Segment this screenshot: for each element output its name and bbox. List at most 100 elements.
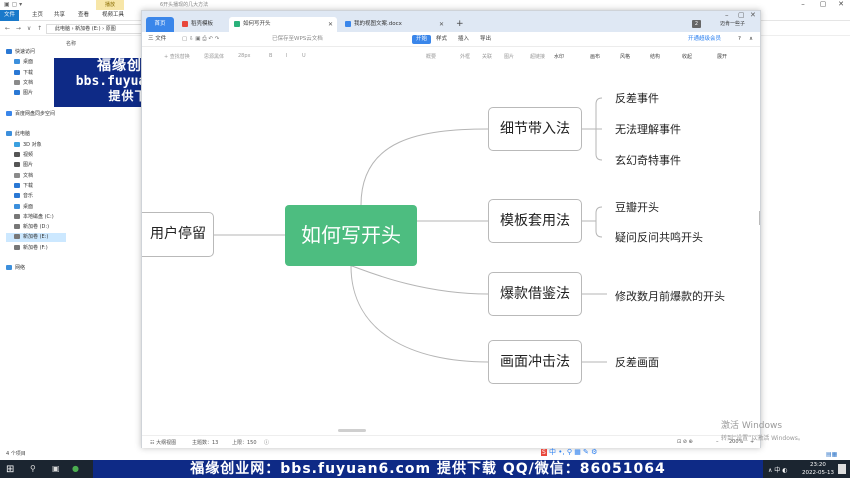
leaf-topic[interactable]: 豆瓣开头 bbox=[615, 199, 659, 215]
branch-topic[interactable]: 细节带入法 bbox=[488, 107, 582, 151]
menu-start[interactable]: 开始 bbox=[412, 35, 432, 44]
minimize-icon[interactable]: – bbox=[725, 11, 729, 19]
ribbon-tab-share[interactable]: 共享 bbox=[50, 10, 69, 21]
tab-word-document[interactable]: 我的视图文案.docx ✕ bbox=[340, 17, 448, 32]
branch-topic[interactable]: 模板套用法 bbox=[488, 199, 582, 243]
address-path[interactable]: 此电脑 › 新加卷 (E:) › 原图 bbox=[46, 24, 146, 34]
close-icon[interactable]: ✕ bbox=[832, 0, 850, 8]
left-topic[interactable]: 用户停留 bbox=[142, 212, 214, 257]
minimize-icon[interactable]: – bbox=[794, 0, 812, 8]
nav-item-label: 网络 bbox=[15, 265, 26, 272]
nav-item[interactable]: 文档 bbox=[6, 172, 33, 181]
nav-item[interactable]: 文档 bbox=[6, 79, 33, 88]
horizontal-scrollbar[interactable] bbox=[338, 429, 366, 432]
app-icon[interactable]: ● bbox=[72, 464, 79, 473]
root-topic[interactable]: 如何写开头 bbox=[285, 205, 417, 266]
toolbar-item[interactable]: 画布 bbox=[590, 53, 600, 60]
nav-item[interactable]: 下载 bbox=[6, 69, 33, 78]
toolbar-item[interactable]: 28px bbox=[238, 53, 251, 59]
ribbon-tab-file[interactable]: 文件 bbox=[0, 10, 20, 21]
toolbar-item[interactable]: 思源黑体 bbox=[204, 53, 224, 60]
nav-item[interactable]: 下载 bbox=[6, 182, 33, 191]
new-tab-plus-icon[interactable]: + bbox=[456, 17, 464, 32]
toolbar-item[interactable]: 外框 bbox=[460, 53, 470, 60]
nav-item[interactable]: 快速访问 bbox=[6, 48, 35, 57]
toolbar-icons[interactable]: ▢ ⇩ ▣ ⎙ ↶ ↷ bbox=[182, 35, 219, 44]
collapse-ribbon-icon[interactable]: ∧ bbox=[749, 35, 753, 44]
vertical-scrollbar[interactable] bbox=[759, 211, 760, 225]
context-tab-play[interactable]: 播放 bbox=[96, 0, 124, 10]
leaf-topic[interactable]: 反差画面 bbox=[615, 354, 659, 370]
outline-view-button[interactable]: ☷ 大纲视图 bbox=[150, 439, 176, 446]
tab-mindmap-document[interactable]: 如何写开头 ✕ bbox=[229, 17, 337, 32]
nav-item[interactable]: 新加卷 (E:) bbox=[6, 233, 66, 243]
help-icon[interactable]: ? bbox=[738, 35, 741, 44]
view-mode-icons[interactable]: ⊡ ⊘ ⊕ bbox=[677, 439, 693, 445]
zoom-out-icon[interactable]: – bbox=[716, 439, 719, 445]
nav-item[interactable]: 桌面 bbox=[6, 203, 33, 212]
toolbar-item[interactable]: B bbox=[269, 53, 272, 59]
menu-style[interactable]: 样式 bbox=[436, 35, 447, 44]
toolbar-item[interactable]: 图片 bbox=[504, 53, 514, 60]
maximize-icon[interactable]: ▢ bbox=[738, 11, 745, 19]
branch-topic[interactable]: 画面冲击法 bbox=[488, 340, 582, 384]
toolbar-item[interactable]: 关联 bbox=[482, 53, 492, 60]
windows-start-icon[interactable]: ⊞ bbox=[6, 464, 14, 475]
toolbar-item[interactable]: 展开 bbox=[717, 53, 727, 60]
wps-ime-toolbar[interactable]: S 中 •, ⚲ ▦ ✎ ⚙ bbox=[541, 447, 611, 458]
tab-docer-templates[interactable]: 稻壳模板 bbox=[177, 17, 227, 32]
task-view-icon[interactable]: ▣ bbox=[52, 464, 60, 473]
user-account[interactable]: 迈肯一些子 bbox=[720, 20, 745, 27]
nav-item[interactable]: 新加卷 (D:) bbox=[6, 223, 49, 232]
mindmap-canvas[interactable]: 如何写开头 用户停留 细节带入法 反差事件无法理解事件 玄幻奇特事件模板套用法 豆瓣开… bbox=[142, 65, 760, 435]
window-count-badge[interactable]: 2 bbox=[692, 20, 701, 28]
nav-item[interactable]: 图片 bbox=[6, 161, 33, 170]
leaf-topic[interactable]: 疑问反问共鸣开头 bbox=[615, 229, 703, 245]
nav-item[interactable]: 此电脑 bbox=[6, 130, 30, 139]
toolbar-item[interactable]: 风格 bbox=[620, 53, 630, 60]
toolbar-item[interactable]: + 查找替换 bbox=[164, 53, 190, 60]
leaf-topic[interactable]: 无法理解事件 bbox=[615, 121, 681, 137]
ribbon-tab-video-tools[interactable]: 视频工具 bbox=[98, 10, 128, 21]
view-toggle-icon[interactable]: ▤▦ bbox=[826, 451, 837, 458]
nav-item[interactable]: 网络 bbox=[6, 264, 25, 273]
close-icon[interactable]: ✕ bbox=[750, 11, 756, 19]
nav-item[interactable]: 新加卷 (F:) bbox=[6, 244, 48, 253]
toolbar-item[interactable]: U bbox=[302, 53, 306, 59]
ribbon-tab-view[interactable]: 查看 bbox=[74, 10, 93, 21]
nav-item[interactable]: 图片 bbox=[6, 89, 33, 98]
nav-item[interactable]: 桌面 bbox=[6, 58, 33, 67]
file-menu[interactable]: 三 文件 bbox=[148, 35, 166, 44]
leaf-topic[interactable]: 修改数月前爆款的开头 bbox=[615, 288, 725, 304]
close-tab-icon[interactable]: ✕ bbox=[439, 17, 444, 32]
show-desktop-button[interactable] bbox=[838, 464, 846, 474]
leaf-topic[interactable]: 反差事件 bbox=[615, 90, 659, 106]
info-icon[interactable]: ⓘ bbox=[264, 439, 269, 446]
toolbar-item[interactable]: 概要 bbox=[426, 53, 436, 60]
toolbar-item[interactable]: I bbox=[286, 53, 287, 59]
nav-item[interactable]: 百度网盘同步空间 bbox=[6, 110, 55, 119]
toolbar-item[interactable]: 水印 bbox=[554, 53, 564, 60]
tab-home[interactable]: 首页 bbox=[146, 17, 174, 32]
menu-insert[interactable]: 插入 bbox=[458, 35, 469, 44]
navigation-arrows-icon[interactable]: ← → ∨ ↑ bbox=[5, 25, 44, 32]
quick-access-toolbar-icon[interactable]: ▣ ▢ ▾ bbox=[4, 1, 22, 8]
system-tray-icons[interactable]: ∧ 中 ◐ bbox=[768, 465, 787, 474]
column-header-name[interactable]: 名称 bbox=[66, 40, 76, 47]
search-icon[interactable]: ⚲ bbox=[30, 464, 36, 473]
maximize-icon[interactable]: ▢ bbox=[814, 0, 832, 8]
ribbon-tab-home[interactable]: 主页 bbox=[28, 10, 47, 21]
close-tab-icon[interactable]: ✕ bbox=[328, 17, 333, 32]
nav-item[interactable]: 3D 对象 bbox=[6, 141, 42, 150]
nav-item[interactable]: 视频 bbox=[6, 151, 33, 160]
toolbar-item[interactable]: 收起 bbox=[682, 53, 692, 60]
nav-item[interactable]: 本地磁盘 (C:) bbox=[6, 213, 54, 222]
nav-item[interactable]: 音乐 bbox=[6, 192, 33, 201]
branch-topic[interactable]: 爆款借鉴法 bbox=[488, 272, 582, 316]
menu-export[interactable]: 导出 bbox=[480, 35, 491, 44]
leaf-topic[interactable]: 玄幻奇特事件 bbox=[615, 152, 681, 168]
toolbar-item[interactable]: 结构 bbox=[650, 53, 660, 60]
clock[interactable]: 23:20 2022-05-13 bbox=[802, 461, 834, 477]
member-upgrade-link[interactable]: 开通超级会员 bbox=[688, 35, 721, 44]
toolbar-item[interactable]: 超链接 bbox=[530, 53, 545, 60]
